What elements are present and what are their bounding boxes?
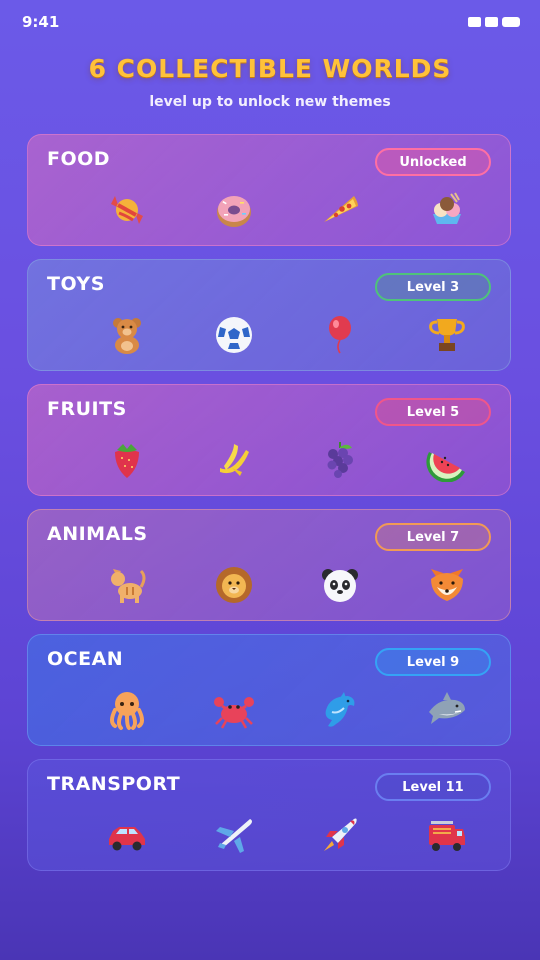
level-badge: Level 7 [375, 523, 491, 551]
wifi-icon [485, 17, 498, 27]
status-time: 9:41 [22, 13, 60, 31]
world-name: TOYS [47, 273, 105, 295]
crab-icon [209, 685, 259, 735]
world-name: OCEAN [47, 648, 124, 670]
teddy-bear-icon [102, 310, 152, 360]
ice-cream-icon [422, 185, 472, 235]
candy-icon [102, 185, 152, 235]
shark-icon [422, 685, 472, 735]
world-icons [102, 560, 472, 610]
rocket-icon [315, 810, 365, 860]
trophy-icon [422, 310, 472, 360]
fox-icon [422, 560, 472, 610]
status-badge: Unlocked [375, 148, 491, 176]
world-card-transport[interactable]: TRANSPORT Level 11 [27, 759, 511, 871]
world-name: TRANSPORT [47, 773, 181, 795]
car-icon [102, 810, 152, 860]
world-icons [102, 185, 472, 235]
world-icons [102, 435, 472, 485]
world-card-animals[interactable]: ANIMALS Level 7 [27, 509, 511, 621]
lion-icon [209, 560, 259, 610]
panda-icon [315, 560, 365, 610]
grapes-icon [315, 435, 365, 485]
world-icons [102, 810, 472, 860]
world-card-fruits[interactable]: FRUITS Level 5 [27, 384, 511, 496]
world-card-toys[interactable]: TOYS Level 3 [27, 259, 511, 371]
world-icons [102, 685, 472, 735]
world-card-ocean[interactable]: OCEAN Level 9 [27, 634, 511, 746]
world-name: FOOD [47, 148, 111, 170]
status-bar: 9:41 [0, 0, 540, 44]
donut-icon [209, 185, 259, 235]
signal-icon [468, 17, 481, 27]
airplane-icon [209, 810, 259, 860]
balloon-icon [315, 310, 365, 360]
page-title: 6 COLLECTIBLE WORLDS [88, 54, 452, 83]
world-name: ANIMALS [47, 523, 148, 545]
page-subtitle: level up to unlock new themes [149, 94, 391, 110]
fire-truck-icon [422, 810, 472, 860]
world-name: FRUITS [47, 398, 127, 420]
strawberry-icon [102, 435, 152, 485]
cat-icon [102, 560, 152, 610]
banana-icon [209, 435, 259, 485]
status-icons [468, 17, 520, 27]
octopus-icon [102, 685, 152, 735]
soccer-ball-icon [209, 310, 259, 360]
level-badge: Level 9 [375, 648, 491, 676]
dolphin-icon [315, 685, 365, 735]
level-badge: Level 3 [375, 273, 491, 301]
pizza-slice-icon [315, 185, 365, 235]
watermelon-icon [422, 435, 472, 485]
battery-icon [502, 17, 520, 27]
level-badge: Level 5 [375, 398, 491, 426]
level-badge: Level 11 [375, 773, 491, 801]
world-card-food[interactable]: FOOD Unlocked [27, 134, 511, 246]
world-icons [102, 310, 472, 360]
